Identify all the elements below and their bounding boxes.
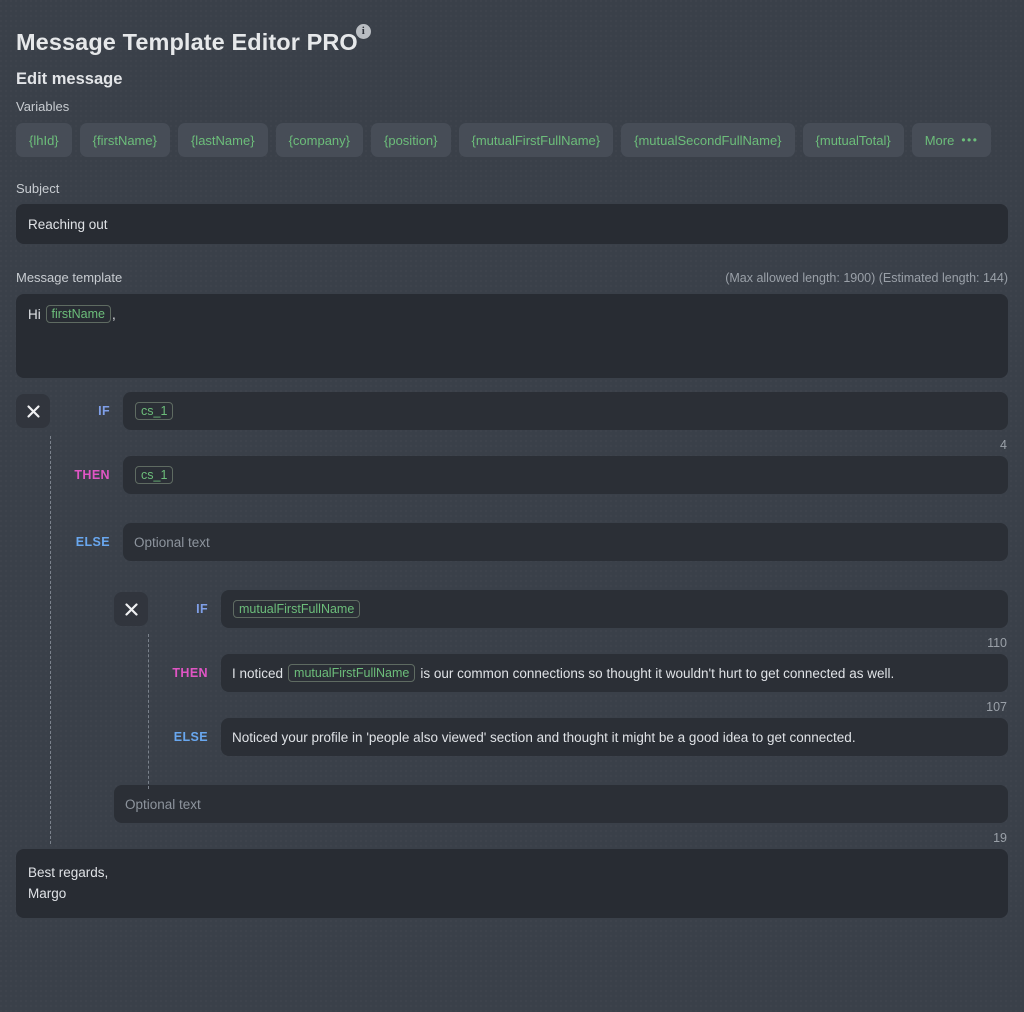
variable-chip-lhid[interactable]: {lhId} <box>16 123 72 157</box>
more-label: More <box>924 132 955 148</box>
condition-row-else-inner: ELSE Noticed your profile in 'people als… <box>114 718 1008 756</box>
then-label-inner: THEN <box>172 666 208 680</box>
then-counter-inner: 107 <box>986 700 1007 714</box>
if-counter-outer: 4 <box>1000 438 1007 452</box>
page-header: Message Template Editor PRO i <box>16 0 1008 55</box>
variable-token-cs1-then[interactable]: cs_1 <box>135 466 174 484</box>
message-template-length-meta: (Max allowed length: 1900) (Estimated le… <box>725 271 1008 285</box>
condition-row-else-outer: ELSE Optional text <box>16 523 1008 561</box>
connector-line-outer <box>50 436 51 844</box>
variable-chip-firstname[interactable]: {firstName} <box>79 123 170 157</box>
tail-input-outer[interactable]: Optional text <box>114 785 1008 823</box>
condition-row-if-inner: IF mutualFirstFullName <box>114 590 1008 628</box>
else-label-outer: ELSE <box>75 535 110 549</box>
variable-token-firstname[interactable]: firstName <box>45 305 111 323</box>
else-input-outer[interactable]: Optional text <box>123 523 1008 561</box>
variable-token-mutualfirstfullname-if[interactable]: mutualFirstFullName <box>233 600 361 618</box>
variable-chip-mutualfirstfullname[interactable]: {mutualFirstFullName} <box>458 123 614 157</box>
variables-more-button[interactable]: More ••• <box>911 123 992 157</box>
app-root: Message Template Editor PRO i Edit messa… <box>0 0 1024 1012</box>
info-icon[interactable]: i <box>355 24 371 39</box>
condition-block-outer: IF cs_1 4 THEN cs_1 ELSE Optional text I… <box>16 392 1008 844</box>
page-title: Message Template Editor PRO <box>16 29 358 55</box>
else-label-inner: ELSE <box>173 730 208 744</box>
message-template-label: Message template <box>16 270 123 285</box>
variables-label: Variables <box>16 99 70 114</box>
subject-label: Subject <box>16 181 60 196</box>
condition-row-then-outer: THEN cs_1 <box>16 456 1008 494</box>
condition-row-tail-outer: Optional text <box>16 785 1008 823</box>
variable-chip-mutualsecondfullname[interactable]: {mutualSecondFullName} <box>621 123 795 157</box>
signature-input[interactable]: Best regards, Margo <box>16 849 1008 918</box>
remove-condition-button-outer[interactable] <box>16 394 50 428</box>
then-text-suffix: is our common connections so thought it … <box>420 665 895 681</box>
then-input-inner[interactable]: I noticed mutualFirstFullName is our com… <box>221 654 1008 692</box>
tail-counter: 19 <box>993 831 1007 845</box>
then-label-outer: THEN <box>74 468 110 482</box>
greeting-suffix: , <box>112 307 116 322</box>
subject-input[interactable]: Reaching out <box>16 204 1008 244</box>
variables-chip-list: {lhId} {firstName} {lastName} {company} … <box>16 123 1008 157</box>
condition-row-if-outer: IF cs_1 <box>16 392 1008 430</box>
message-template-input[interactable]: Hi firstName, <box>16 294 1008 378</box>
if-counter-inner: 110 <box>987 636 1007 650</box>
edit-message-heading: Edit message <box>16 70 123 88</box>
signature-line-1: Best regards, <box>28 865 109 880</box>
then-input-outer[interactable]: cs_1 <box>123 456 1008 494</box>
if-input-outer[interactable]: cs_1 <box>123 392 1008 430</box>
remove-condition-button-inner[interactable] <box>114 592 148 626</box>
variable-chip-company[interactable]: {company} <box>275 123 363 157</box>
greeting-prefix: Hi <box>28 307 41 322</box>
variable-chip-lastname[interactable]: {lastName} <box>177 123 268 157</box>
signature-line-2: Margo <box>28 886 67 901</box>
ellipsis-icon: ••• <box>961 133 979 147</box>
else-input-inner[interactable]: Noticed your profile in 'people also vie… <box>221 718 1008 756</box>
message-template-header: Message template (Max allowed length: 19… <box>16 270 1008 285</box>
if-label-inner: IF <box>196 602 208 616</box>
variable-token-cs1-if[interactable]: cs_1 <box>135 402 174 420</box>
variable-chip-mutualtotal[interactable]: {mutualTotal} <box>802 123 904 157</box>
condition-row-then-inner: THEN I noticed mutualFirstFullName is ou… <box>114 654 1008 692</box>
condition-block-inner: IF mutualFirstFullName 110 THEN I notice… <box>114 590 1008 789</box>
variable-token-mutualfirstfullname-then[interactable]: mutualFirstFullName <box>288 664 416 682</box>
variable-chip-position[interactable]: {position} <box>371 123 451 157</box>
then-text-prefix: I noticed <box>232 665 284 681</box>
connector-line-inner <box>148 634 149 789</box>
if-input-inner[interactable]: mutualFirstFullName <box>221 590 1008 628</box>
if-label-outer: IF <box>98 404 110 418</box>
